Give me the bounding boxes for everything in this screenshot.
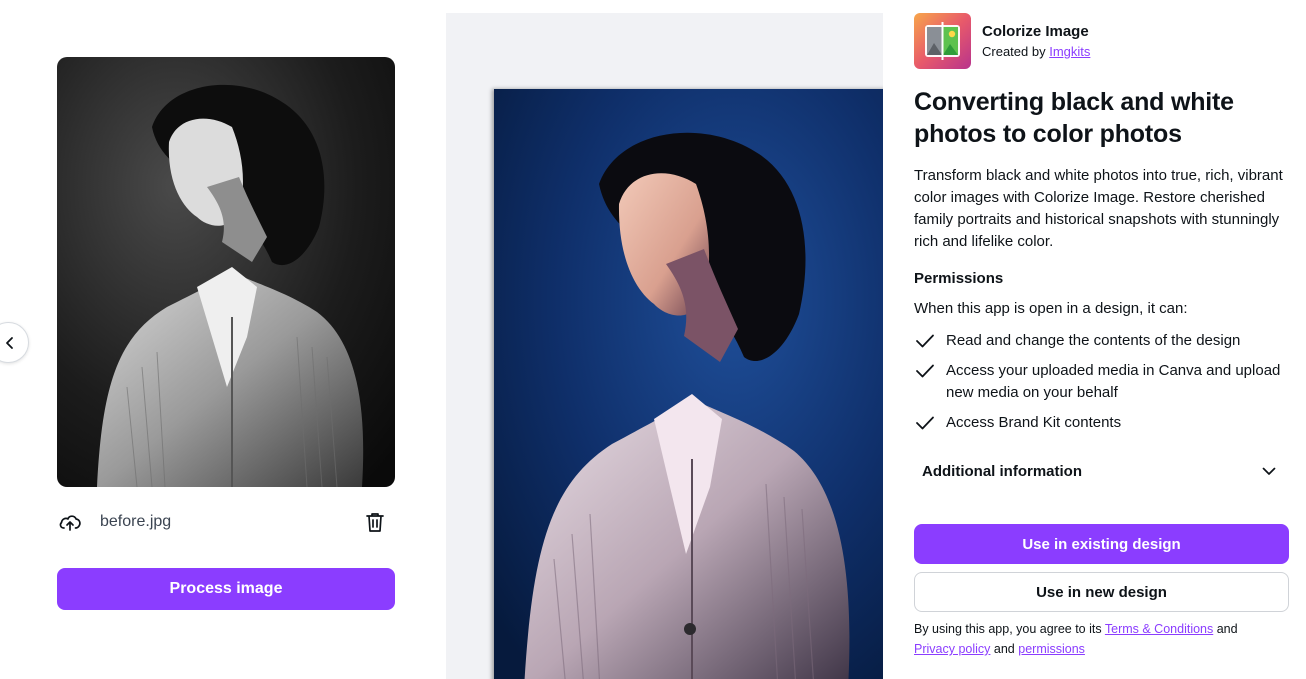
colorized-photo xyxy=(494,89,883,679)
app-creator-line: Created by Imgkits xyxy=(982,44,1090,59)
additional-information-toggle[interactable]: Additional information xyxy=(914,455,1289,487)
file-row: before.jpg xyxy=(57,505,395,539)
permissions-link[interactable]: permissions xyxy=(1018,642,1085,656)
use-in-new-design-button[interactable]: Use in new design xyxy=(914,572,1289,612)
app-name: Colorize Image xyxy=(982,23,1089,40)
terms-notice: By using this app, you agree to its Term… xyxy=(914,619,1294,659)
chevron-left-icon xyxy=(6,336,13,349)
creator-link[interactable]: Imgkits xyxy=(1049,44,1090,59)
before-photo xyxy=(57,57,395,487)
permission-item: Read and change the contents of the desi… xyxy=(914,330,1294,352)
previous-button[interactable] xyxy=(0,322,29,363)
terms-conditions-link[interactable]: Terms & Conditions xyxy=(1105,622,1213,636)
file-name: before.jpg xyxy=(100,513,172,530)
app-headline: Converting black and white photos to col… xyxy=(914,88,1234,148)
preview-area xyxy=(446,13,883,679)
app-logo-icon xyxy=(914,13,971,69)
app-description: Transform black and white photos into tr… xyxy=(914,167,1283,250)
terms-prefix: By using this app, you agree to its xyxy=(914,622,1102,636)
chevron-down-icon xyxy=(1261,463,1277,479)
check-icon xyxy=(914,360,936,382)
permission-item: Access your uploaded media in Canva and … xyxy=(914,360,1294,404)
permissions-title: Permissions xyxy=(914,270,1004,287)
privacy-policy-link[interactable]: Privacy policy xyxy=(914,642,990,656)
check-icon xyxy=(914,412,936,434)
check-icon xyxy=(914,330,936,352)
cloud-upload-icon[interactable] xyxy=(57,509,83,535)
terms-and: and xyxy=(1216,622,1238,636)
additional-information-label: Additional information xyxy=(922,462,1082,480)
terms-and: and xyxy=(993,642,1015,656)
permission-item: Access Brand Kit contents xyxy=(914,412,1294,434)
created-by-label: Created by xyxy=(982,44,1046,59)
trash-icon[interactable] xyxy=(363,510,387,534)
process-image-button[interactable]: Process image xyxy=(57,568,395,610)
use-in-existing-design-button[interactable]: Use in existing design xyxy=(914,524,1289,564)
permissions-intro: When this app is open in a design, it ca… xyxy=(914,300,1188,317)
permissions-list: Read and change the contents of the desi… xyxy=(914,330,1294,442)
permission-text: Read and change the contents of the desi… xyxy=(946,332,1241,349)
permission-text: Access Brand Kit contents xyxy=(946,414,1122,431)
app-header: Colorize Image Created by Imgkits xyxy=(914,13,1090,69)
permission-text: Access your uploaded media in Canva and … xyxy=(946,362,1281,401)
